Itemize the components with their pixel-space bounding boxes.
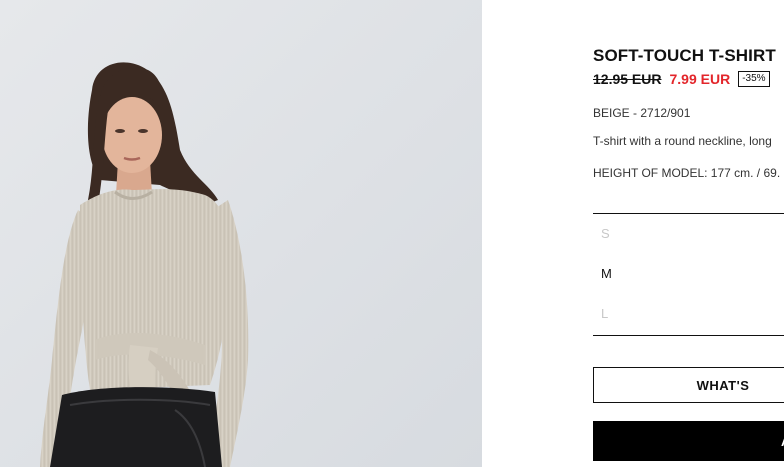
sale-price: 7.99 EUR — [669, 71, 731, 87]
size-option-s[interactable]: S — [601, 226, 610, 241]
model-illustration — [0, 0, 482, 467]
product-title: SOFT-TOUCH T-SHIRT — [593, 46, 776, 65]
size-selector: S M L — [593, 213, 784, 336]
price-row: 12.95 EUR 7.99 EUR -35% — [593, 71, 770, 87]
whats-my-size-label: WHAT'S — [696, 377, 750, 393]
old-price: 12.95 EUR — [593, 71, 662, 87]
model-height: HEIGHT OF MODEL: 177 cm. / 69. — [593, 166, 781, 180]
product-photo[interactable] — [0, 0, 482, 467]
size-option-m[interactable]: M — [601, 266, 612, 281]
discount-badge: -35% — [738, 71, 770, 87]
color-reference: BEIGE - 2712/901 — [593, 106, 691, 120]
size-option-l[interactable]: L — [601, 306, 608, 321]
add-to-cart-button[interactable]: A — [593, 421, 784, 461]
whats-my-size-button[interactable]: WHAT'S — [593, 367, 784, 403]
product-details-panel: SOFT-TOUCH T-SHIRT 12.95 EUR 7.99 EUR -3… — [593, 0, 784, 467]
product-description: T-shirt with a round neckline, long — [593, 134, 772, 148]
